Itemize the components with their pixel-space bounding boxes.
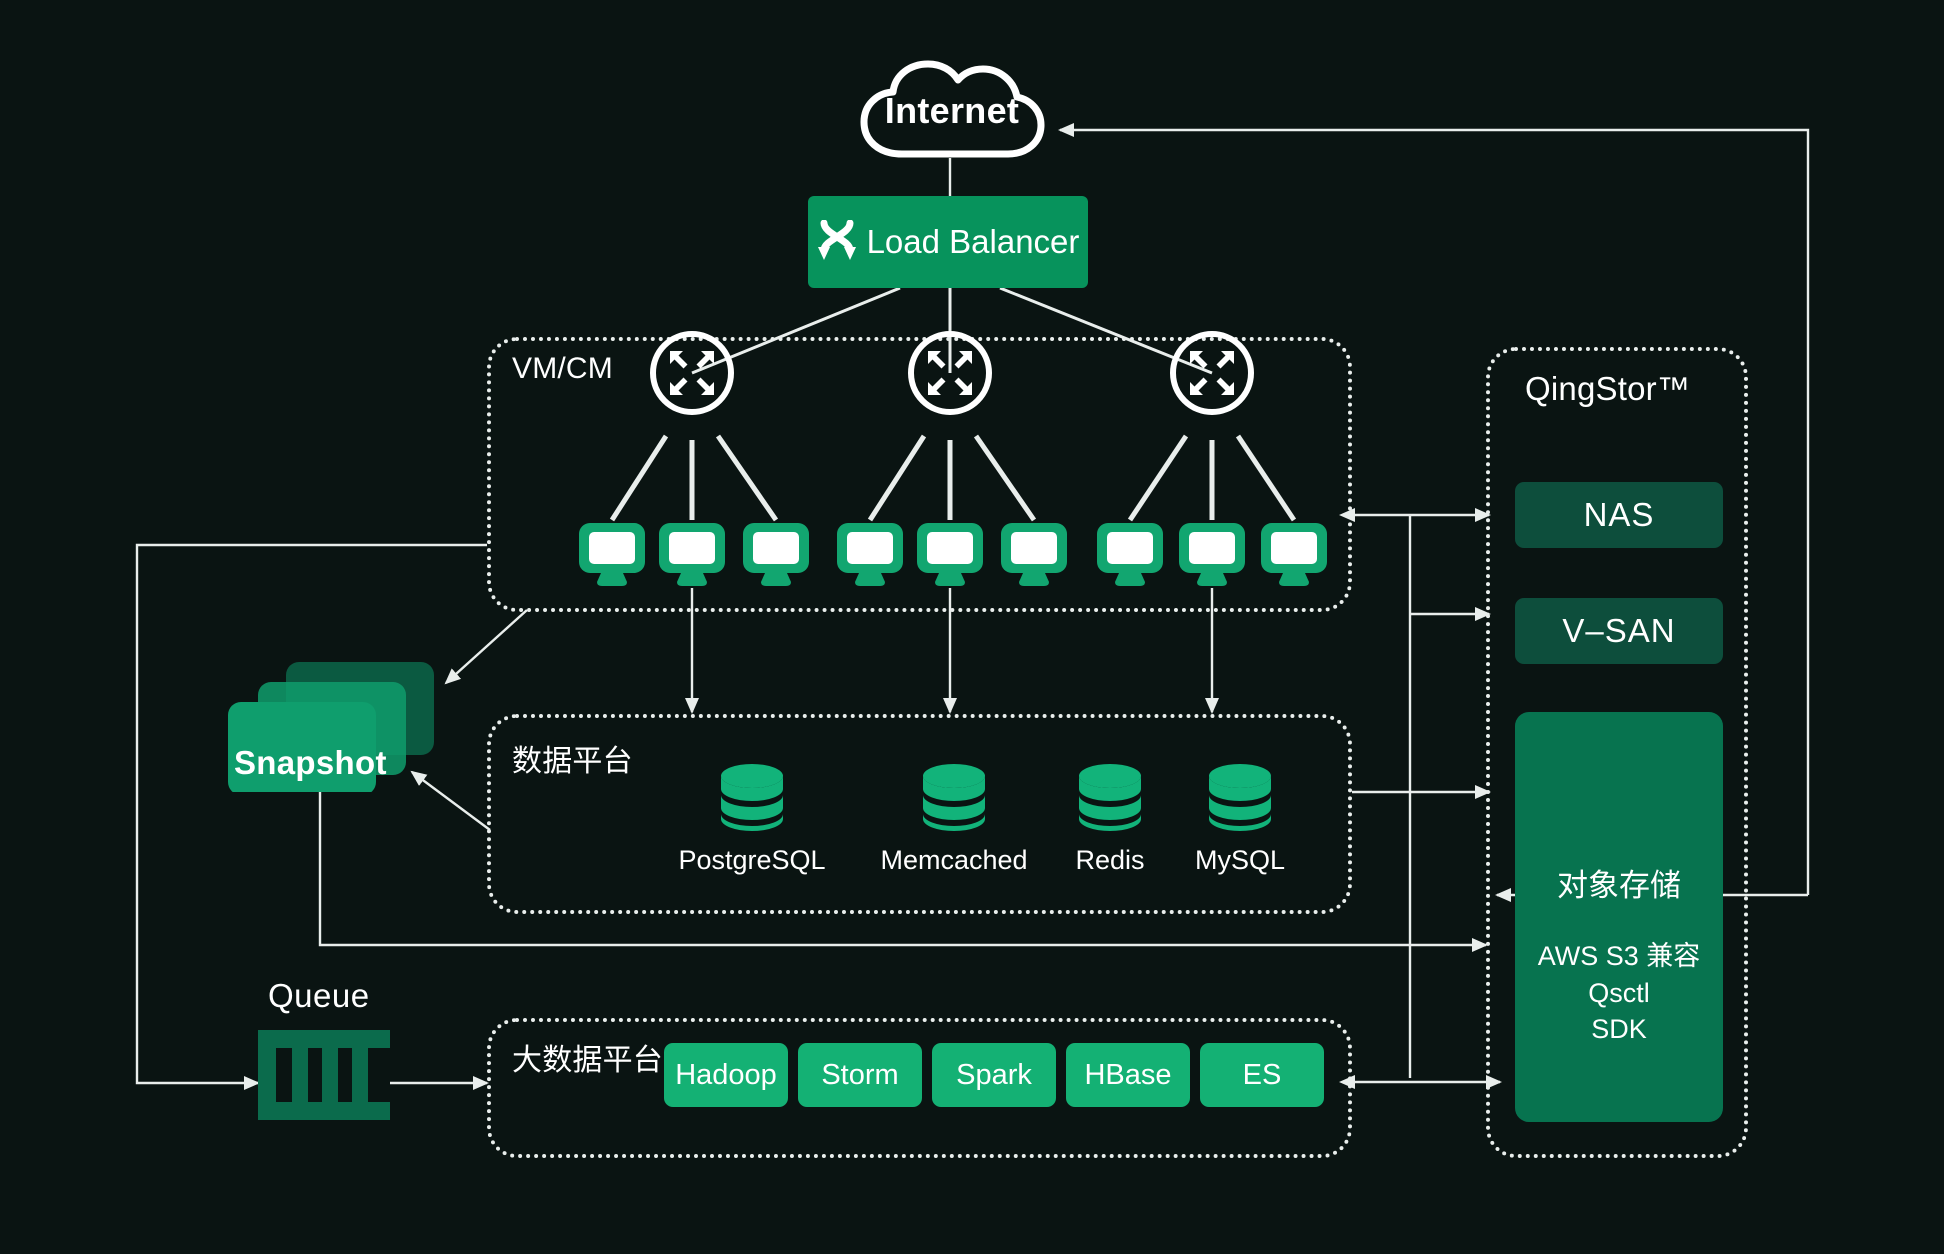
db-postgresql[interactable]: PostgreSQL bbox=[672, 762, 832, 876]
db-label: Memcached bbox=[880, 845, 1028, 875]
monitor-icon bbox=[1097, 523, 1163, 586]
snapshot-label: Snapshot bbox=[234, 744, 387, 781]
monitor-icon bbox=[1001, 523, 1067, 586]
router-2[interactable] bbox=[906, 329, 994, 422]
monitor-icon bbox=[743, 523, 809, 586]
monitor-icon bbox=[837, 523, 903, 586]
qingstor-service-nas[interactable]: NAS bbox=[1515, 482, 1723, 548]
database-icon bbox=[1209, 764, 1271, 831]
queue-node[interactable] bbox=[258, 1030, 390, 1125]
vm-host-1[interactable] bbox=[576, 520, 648, 593]
monitor-icon bbox=[917, 523, 983, 586]
diagram-canvas: Internet Load Balancer VM/CM Snapshot Qu… bbox=[0, 0, 1944, 1254]
object-storage-feature-2: Qsctl bbox=[1588, 977, 1650, 1008]
qingstor-service-vsan[interactable]: V–SAN bbox=[1515, 598, 1723, 664]
database-icon bbox=[1079, 764, 1141, 831]
bigdata-chip-hbase[interactable]: HBase bbox=[1066, 1043, 1190, 1107]
internet-node[interactable]: Internet bbox=[858, 58, 1046, 160]
big-data-platform-label: 大数据平台 bbox=[512, 1044, 663, 1077]
vm-host-3[interactable] bbox=[740, 520, 812, 593]
database-icon bbox=[721, 764, 783, 831]
load-balancer-icon bbox=[817, 220, 856, 260]
queue-label: Queue bbox=[268, 977, 370, 1014]
vm-host-9[interactable] bbox=[1258, 520, 1330, 593]
queue-icon bbox=[258, 1030, 390, 1120]
monitor-icon bbox=[579, 523, 645, 586]
bigdata-chip-storm[interactable]: Storm bbox=[798, 1043, 922, 1107]
vm-host-4[interactable] bbox=[834, 520, 906, 593]
vm-host-8[interactable] bbox=[1176, 520, 1248, 593]
router-1[interactable] bbox=[648, 329, 736, 422]
load-balancer-label: Load Balancer bbox=[866, 223, 1080, 260]
db-label: PostgreSQL bbox=[678, 845, 826, 875]
monitor-icon bbox=[659, 523, 725, 586]
object-storage-node[interactable]: 对象存储 AWS S3 兼容 Qsctl SDK bbox=[1515, 712, 1723, 1122]
router-icon bbox=[650, 331, 734, 415]
internet-label: Internet bbox=[884, 90, 1020, 131]
vm-host-2[interactable] bbox=[656, 520, 728, 593]
vm-cm-label: VM/CM bbox=[512, 352, 613, 385]
db-label: MySQL bbox=[1194, 845, 1286, 875]
vm-host-7[interactable] bbox=[1094, 520, 1166, 593]
db-label: Redis bbox=[1075, 845, 1145, 875]
db-mysql[interactable]: MySQL bbox=[1160, 762, 1320, 876]
db-memcached[interactable]: Memcached bbox=[874, 762, 1034, 876]
bigdata-chip-spark[interactable]: Spark bbox=[932, 1043, 1056, 1107]
monitor-icon bbox=[1261, 523, 1327, 586]
qingstor-label: QingStor™ bbox=[1525, 370, 1691, 407]
vm-host-6[interactable] bbox=[998, 520, 1070, 593]
bigdata-chip-hadoop[interactable]: Hadoop bbox=[664, 1043, 788, 1107]
router-icon bbox=[1170, 331, 1254, 415]
vm-host-5[interactable] bbox=[914, 520, 986, 593]
data-platform-label: 数据平台 bbox=[512, 745, 633, 778]
router-3[interactable] bbox=[1168, 329, 1256, 422]
object-storage-feature-1: AWS S3 兼容 bbox=[1537, 941, 1701, 971]
monitor-icon bbox=[1179, 523, 1245, 586]
load-balancer-node[interactable]: Load Balancer bbox=[808, 196, 1088, 288]
router-icon bbox=[908, 331, 992, 415]
object-storage-title: 对象存储 bbox=[1557, 868, 1681, 903]
bigdata-chip-es[interactable]: ES bbox=[1200, 1043, 1324, 1107]
object-storage-feature-3: SDK bbox=[1591, 1014, 1647, 1045]
database-icon bbox=[923, 764, 985, 831]
